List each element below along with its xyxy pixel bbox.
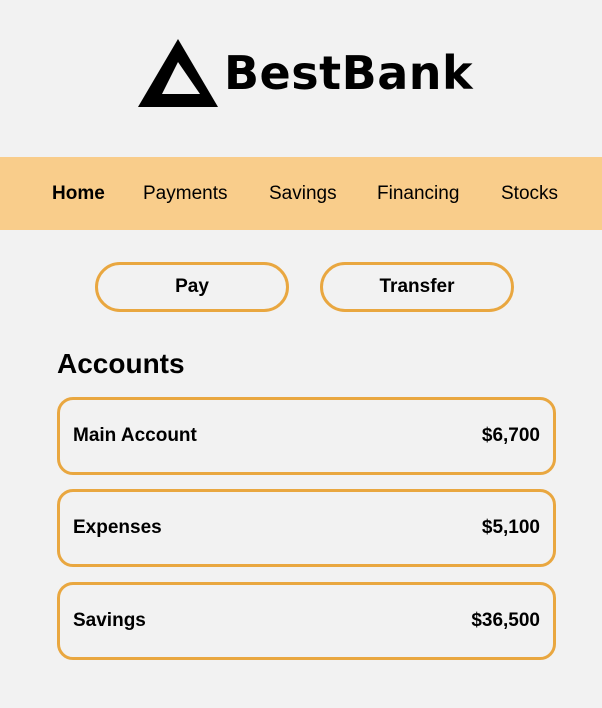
account-name: Expenses — [73, 517, 162, 538]
account-name: Main Account — [73, 425, 197, 446]
nav-item-home[interactable]: Home — [52, 157, 105, 230]
brand-name: BestBank — [224, 46, 474, 100]
nav-item-savings[interactable]: Savings — [269, 157, 337, 230]
triangle-logo-icon — [138, 39, 218, 107]
accounts-title: Accounts — [57, 348, 185, 379]
account-balance: $6,700 — [481, 425, 540, 446]
pay-button[interactable]: Pay — [95, 262, 289, 312]
transfer-button[interactable]: Transfer — [320, 262, 514, 312]
main-nav: Home Payments Savings Financing Stocks — [0, 157, 602, 230]
account-name: Savings — [73, 610, 146, 631]
account-balance: $5,100 — [481, 517, 540, 538]
account-card-expenses[interactable]: Expenses $5,100 — [57, 489, 556, 567]
account-card-savings[interactable]: Savings $36,500 — [57, 582, 556, 660]
nav-item-payments[interactable]: Payments — [143, 157, 227, 230]
brand-logo[interactable]: BestBank — [137, 38, 473, 108]
account-card-main[interactable]: Main Account $6,700 — [57, 397, 556, 475]
account-balance: $36,500 — [471, 610, 540, 631]
nav-item-stocks[interactable]: Stocks — [501, 157, 558, 230]
nav-item-financing[interactable]: Financing — [377, 157, 459, 230]
